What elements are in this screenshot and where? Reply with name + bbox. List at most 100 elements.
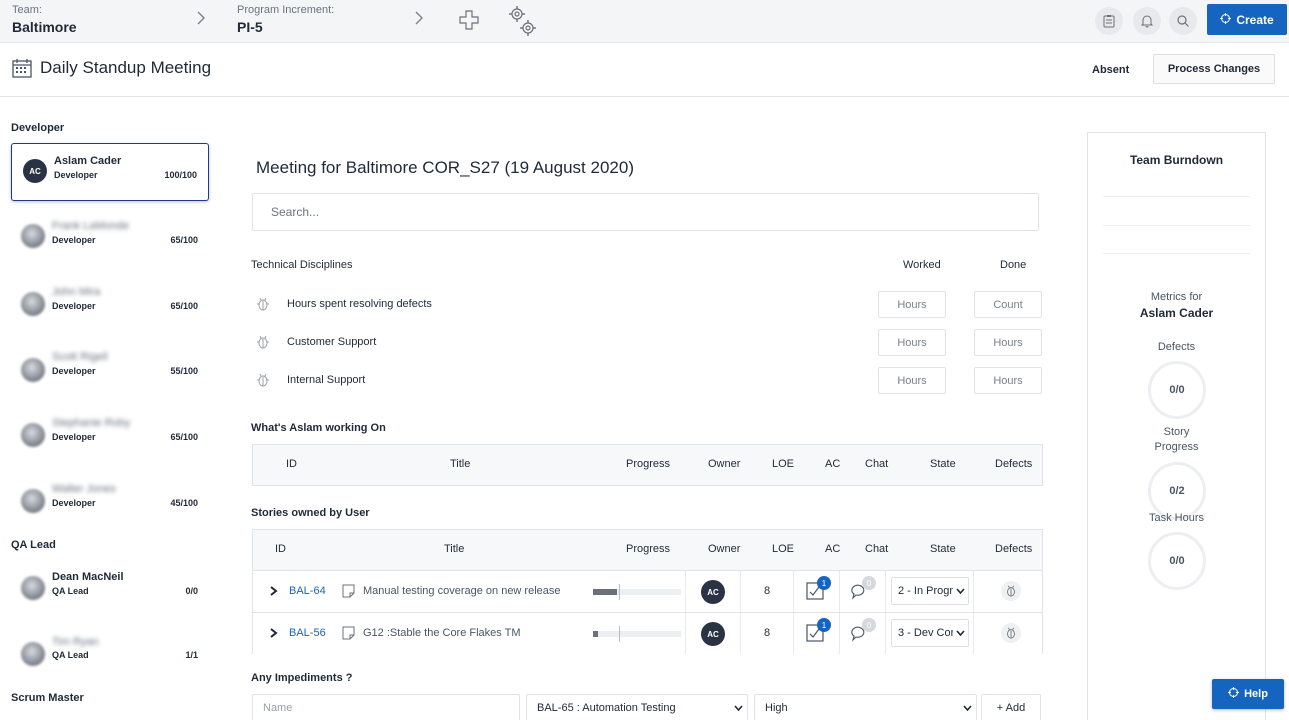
meeting-title: Meeting for Baltimore COR_S27 (19 August… xyxy=(256,158,634,177)
burndown-gridline xyxy=(1103,196,1250,197)
story-id-link[interactable]: BAL-64 xyxy=(289,585,326,597)
member-name: Stephanie Roby xyxy=(52,417,131,429)
worked-hours-input[interactable]: Hours xyxy=(878,329,946,356)
done-hours-input[interactable]: Hours xyxy=(974,367,1042,394)
bell-icon[interactable] xyxy=(1133,7,1161,35)
worked-hours-input[interactable]: Hours xyxy=(878,367,946,394)
disciplines-heading: Technical Disciplines xyxy=(251,259,353,271)
avatar xyxy=(21,576,45,600)
discipline-label: Internal Support xyxy=(287,374,366,386)
state-value: 3 - Dev Complete xyxy=(898,627,953,639)
progress-marker xyxy=(619,626,620,642)
member-score: 65/100 xyxy=(170,301,198,311)
done-count-input[interactable]: Count xyxy=(974,291,1042,318)
col-loe: LOE xyxy=(772,458,795,470)
loe-value: 8 xyxy=(764,627,771,639)
avatar xyxy=(21,642,45,666)
avatar xyxy=(21,224,45,248)
member-score: 1/1 xyxy=(185,650,198,660)
col-state: State xyxy=(930,543,956,555)
crosshair-icon xyxy=(1220,12,1232,27)
member-name: Walter Jones xyxy=(52,483,116,495)
team-selector[interactable]: Baltimore xyxy=(12,19,77,35)
chevron-down-icon xyxy=(734,702,743,714)
worked-column-label: Worked xyxy=(903,259,941,271)
search-icon[interactable] xyxy=(1169,7,1197,35)
crosshair-icon xyxy=(1228,687,1240,701)
metrics-name: Aslam Cader xyxy=(1139,306,1214,320)
story-id-link[interactable]: BAL-56 xyxy=(289,627,326,639)
member-role: Developer xyxy=(52,498,96,508)
worked-hours-input[interactable]: Hours xyxy=(878,291,946,318)
col-title: Title xyxy=(450,458,471,470)
document-icon xyxy=(342,626,355,643)
col-owner: Owner xyxy=(708,543,741,555)
member-card[interactable]: Tim Ryan QA Lead 1/1 xyxy=(11,634,209,692)
member-card[interactable]: Walter Jones Developer 45/100 xyxy=(11,481,209,539)
member-score: 100/100 xyxy=(164,170,197,180)
calendar-icon xyxy=(12,58,32,81)
member-card[interactable]: Stephanie Roby Developer 65/100 xyxy=(11,415,209,473)
avatar xyxy=(21,292,45,316)
cell-divider xyxy=(885,613,886,654)
chat-count-badge: 0 xyxy=(862,618,876,632)
help-button[interactable]: Help xyxy=(1212,679,1284,709)
pi-selector[interactable]: PI-5 xyxy=(237,19,263,35)
avatar xyxy=(21,489,45,513)
state-select[interactable]: 2 - In Progress xyxy=(891,577,969,605)
chevron-right-icon[interactable] xyxy=(196,10,206,31)
defects-bug-icon[interactable] xyxy=(1001,581,1021,601)
defects-metric-ring: 0/0 xyxy=(1148,361,1206,419)
expand-chevron-icon[interactable] xyxy=(270,586,278,599)
cell-divider xyxy=(885,571,886,612)
story-metric-label: Story xyxy=(1163,426,1190,438)
settings-gears-icon[interactable] xyxy=(507,4,539,41)
state-value: 2 - In Progress xyxy=(898,585,953,597)
col-chat: Chat xyxy=(865,543,889,555)
progress-fill xyxy=(593,589,617,595)
member-role: QA Lead xyxy=(52,586,89,596)
clipboard-icon[interactable] xyxy=(1095,7,1123,35)
cell-divider xyxy=(839,613,840,654)
cell-divider xyxy=(685,571,686,612)
help-label: Help xyxy=(1244,688,1268,700)
qa-lead-heading: QA Lead xyxy=(11,539,56,551)
impediment-story-value: BAL-65 : Automation Testing xyxy=(537,702,676,714)
impediment-priority-value: High xyxy=(765,702,788,714)
impediment-priority-select[interactable]: High xyxy=(754,694,977,720)
process-changes-button[interactable]: Process Changes xyxy=(1153,54,1275,84)
member-card-selected[interactable]: AC Aslam Cader Developer 100/100 xyxy=(11,143,209,201)
member-name: John Mira xyxy=(52,286,101,298)
create-button[interactable]: Create xyxy=(1207,4,1287,35)
impediment-story-select[interactable]: BAL-65 : Automation Testing xyxy=(526,694,748,720)
absent-button[interactable]: Absent xyxy=(1082,60,1139,80)
add-impediment-button[interactable]: + Add xyxy=(981,694,1041,720)
member-card[interactable]: Scott Rigell Developer 55/100 xyxy=(11,349,209,407)
owner-avatar: AC xyxy=(701,580,725,604)
owner-avatar: AC xyxy=(701,622,725,646)
search-input[interactable]: Search... xyxy=(252,193,1039,231)
avatar: AC xyxy=(23,159,47,183)
document-icon xyxy=(342,584,355,601)
member-card[interactable]: John Mira Developer 65/100 xyxy=(11,284,209,342)
expand-chevron-icon[interactable] xyxy=(270,628,278,641)
story-title: Manual testing coverage on new release xyxy=(363,585,561,597)
member-card[interactable]: Dean MacNeil QA Lead 0/0 xyxy=(11,570,209,628)
add-icon[interactable] xyxy=(459,10,479,33)
defects-bug-icon[interactable] xyxy=(1001,623,1021,643)
state-select[interactable]: 3 - Dev Complete xyxy=(891,619,969,647)
progress-bar xyxy=(593,584,681,600)
chevron-right-icon[interactable] xyxy=(414,10,424,31)
col-progress: Progress xyxy=(626,543,671,555)
col-defects: Defects xyxy=(995,543,1033,555)
create-label: Create xyxy=(1236,12,1274,27)
impediment-name-input[interactable]: Name xyxy=(252,694,520,720)
cell-divider xyxy=(973,571,974,612)
table-header: ID Title Progress Owner LOE AC Chat Stat… xyxy=(253,445,1042,485)
loe-value: 8 xyxy=(764,585,771,597)
done-hours-input[interactable]: Hours xyxy=(974,329,1042,356)
working-on-table: ID Title Progress Owner LOE AC Chat Stat… xyxy=(252,444,1043,486)
member-card[interactable]: Frank LaMonde Developer 65/100 xyxy=(11,218,209,276)
bug-icon xyxy=(256,335,270,352)
chat-count-badge: 0 xyxy=(862,576,876,590)
